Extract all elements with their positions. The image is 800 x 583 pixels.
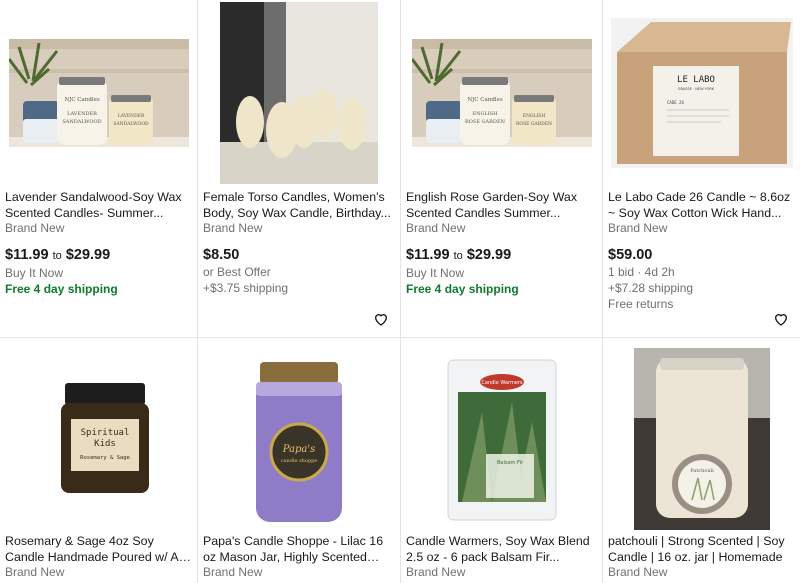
svg-text:ROSE GARDEN: ROSE GARDEN (516, 121, 552, 127)
listing-image[interactable]: Spiritual Kids Rosemary & Sage (0, 348, 197, 530)
results-grid: NJC Candles LAVENDER SANDALWOOD LAVENDER… (0, 0, 800, 583)
listing-title[interactable]: English Rose Garden-Soy Wax Scented Cand… (406, 190, 596, 221)
listing-format: or Best Offer (203, 265, 271, 279)
listing-card[interactable]: NJC Candles LAVENDER SANDALWOOD LAVENDER… (0, 0, 198, 338)
svg-text:ROSE GARDEN: ROSE GARDEN (465, 119, 506, 125)
listing-title[interactable]: patchouli | Strong Scented | Soy Candle … (608, 534, 794, 565)
listing-image[interactable]: Papa's candle shoppe (198, 348, 400, 530)
listing-price: $11.99 to $29.99 (5, 247, 111, 263)
listing-format: Buy It Now (406, 266, 465, 280)
listing-bids: 1 bid · 4d 2h (608, 265, 675, 279)
listing-condition: Brand New (203, 221, 263, 235)
svg-text:Kids: Kids (94, 439, 116, 449)
svg-text:LAVENDER: LAVENDER (67, 111, 97, 117)
listing-title[interactable]: Female Torso Candles, Women's Body, Soy … (203, 190, 394, 221)
listing-title[interactable]: Rosemary & Sage 4oz Soy Candle Handmade … (5, 534, 191, 565)
listing-condition: Brand New (203, 565, 263, 579)
listing-condition: Brand New (5, 565, 65, 579)
listing-shipping: Free 4 day shipping (406, 282, 519, 296)
listing-condition: Brand New (406, 221, 466, 235)
listing-image[interactable]: NJC Candles LAVENDER SANDALWOOD LAVENDER… (0, 0, 197, 186)
listing-title[interactable]: Le Labo Cade 26 Candle ~ 8.6oz ~ Soy Wax… (608, 190, 794, 221)
listing-card[interactable]: NJC Candles ENGLISH ROSE GARDEN ENGLISH … (401, 0, 603, 338)
svg-text:Spiritual: Spiritual (80, 428, 129, 438)
svg-text:SANDALWOOD: SANDALWOOD (62, 119, 101, 125)
listing-shipping: +$3.75 shipping (203, 281, 289, 295)
jar-label: NJC Candles (64, 97, 100, 103)
svg-text:Candle Warmers: Candle Warmers (481, 380, 523, 386)
box-brand: LE LABO (677, 75, 715, 85)
listing-condition: Brand New (608, 221, 668, 235)
listing-shipping: +$7.28 shipping (608, 281, 694, 295)
listing-condition: Brand New (608, 565, 668, 579)
svg-text:candle shoppe: candle shoppe (281, 458, 318, 464)
listing-card[interactable]: Patchouli patchouli | Strong Scented | S… (603, 338, 800, 583)
svg-text:Papa's: Papa's (282, 444, 316, 455)
listing-image[interactable]: LE LABO GRASSE · NEW YORK CADE 26 (603, 0, 800, 186)
listing-image[interactable]: Patchouli (603, 348, 800, 530)
listing-returns: Free returns (608, 297, 674, 311)
svg-text:Patchouli: Patchouli (690, 468, 714, 474)
listing-condition: Brand New (5, 221, 65, 235)
svg-text:ENGLISH: ENGLISH (472, 111, 498, 117)
listing-card[interactable]: LE LABO GRASSE · NEW YORK CADE 26 Le Lab… (603, 0, 800, 338)
listing-title[interactable]: Papa's Candle Shoppe - Lilac 16 oz Mason… (203, 534, 394, 565)
listing-title[interactable]: Candle Warmers, Soy Wax Blend 2.5 oz - 6… (406, 534, 596, 565)
listing-image[interactable]: Candle Warmers Balsam Fir (401, 348, 602, 530)
listing-image[interactable] (198, 0, 400, 186)
listing-condition: Brand New (406, 565, 466, 579)
svg-text:Rosemary & Sage: Rosemary & Sage (80, 455, 130, 461)
svg-text:ENGLISH: ENGLISH (522, 113, 545, 119)
listing-format: Buy It Now (5, 266, 64, 280)
listing-card[interactable]: Candle Warmers Balsam Fir Candle Warmers… (401, 338, 603, 583)
listing-card[interactable]: Spiritual Kids Rosemary & Sage Rosemary … (0, 338, 198, 583)
jar-label: NJC Candles (467, 97, 503, 103)
heart-icon[interactable] (773, 311, 789, 327)
svg-text:Balsam Fir: Balsam Fir (497, 460, 524, 466)
svg-text:SANDALWOOD: SANDALWOOD (113, 121, 149, 127)
listing-price: $59.00 (608, 247, 653, 263)
listing-card[interactable]: Papa's candle shoppe Papa's Candle Shopp… (198, 338, 401, 583)
listing-shipping: Free 4 day shipping (5, 282, 118, 296)
svg-text:GRASSE · NEW YORK: GRASSE · NEW YORK (677, 87, 714, 91)
listing-image[interactable]: NJC Candles ENGLISH ROSE GARDEN ENGLISH … (401, 0, 602, 186)
listing-card[interactable]: Female Torso Candles, Women's Body, Soy … (198, 0, 401, 338)
listing-price: $8.50 (203, 247, 240, 263)
heart-icon[interactable] (373, 311, 389, 327)
svg-text:LAVENDER: LAVENDER (117, 113, 144, 119)
listing-price: $11.99 to $29.99 (406, 247, 512, 263)
svg-text:CADE 26: CADE 26 (667, 100, 684, 105)
listing-title[interactable]: Lavender Sandalwood-Soy Wax Scented Cand… (5, 190, 191, 221)
